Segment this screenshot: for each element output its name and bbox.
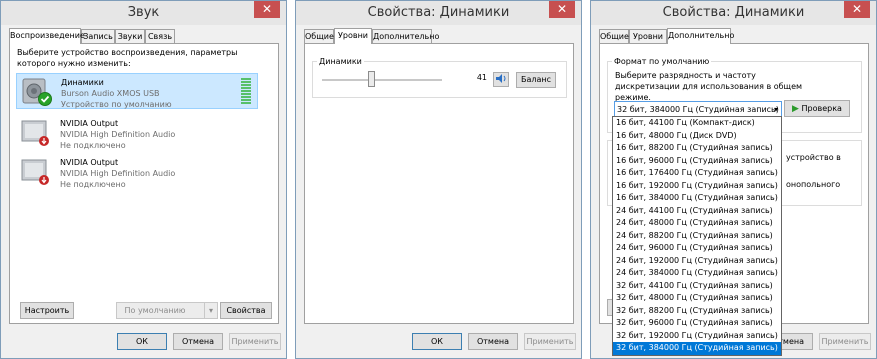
- apply-button: Применить: [524, 333, 576, 350]
- close-icon[interactable]: ✕: [254, 1, 280, 18]
- close-icon[interactable]: ✕: [844, 1, 870, 18]
- format-option[interactable]: 24 бит, 88200 Гц (Студийная запись): [613, 230, 781, 243]
- tab-levels[interactable]: Уровни: [334, 28, 372, 44]
- cancel-button[interactable]: Отмена: [173, 333, 223, 350]
- format-option[interactable]: 16 бит, 192000 Гц (Студийная запись): [613, 180, 781, 193]
- format-option[interactable]: 24 бит, 44100 Гц (Студийная запись): [613, 205, 781, 218]
- format-option[interactable]: 16 бит, 176400 Гц (Студийная запись): [613, 167, 781, 180]
- chevron-down-icon: ▾: [773, 105, 778, 114]
- tab-advanced[interactable]: Дополнительно: [667, 28, 734, 44]
- properties-titlebar: Свойства: Динамики ✕: [296, 1, 581, 25]
- sound-window: Звук ✕ Воспроизведение Запись Звуки Связ…: [0, 0, 287, 359]
- format-option[interactable]: 32 бит, 88200 Гц (Студийная запись): [613, 305, 781, 318]
- close-icon[interactable]: ✕: [549, 1, 575, 18]
- format-option[interactable]: 24 бит, 96000 Гц (Студийная запись): [613, 242, 781, 255]
- device-status: Устройство по умолчанию: [61, 100, 172, 109]
- format-option[interactable]: 16 бит, 88200 Гц (Студийная запись): [613, 142, 781, 155]
- speaker-device-icon: [22, 78, 52, 106]
- format-option[interactable]: 32 бит, 96000 Гц (Студийная запись): [613, 317, 781, 330]
- tab-playback[interactable]: Воспроизведение: [9, 28, 85, 44]
- apply-button: Применить: [819, 333, 871, 350]
- device-driver: NVIDIA High Definition Audio: [60, 169, 176, 178]
- tab-general[interactable]: Общие: [599, 29, 629, 43]
- tab-advanced[interactable]: Дополнительно: [372, 29, 439, 43]
- format-option[interactable]: 32 бит, 44100 Гц (Студийная запись): [613, 280, 781, 293]
- tab-general[interactable]: Общие: [304, 29, 334, 43]
- chevron-down-icon: ▾: [204, 302, 218, 319]
- format-option[interactable]: 16 бит, 44100 Гц (Компакт-диск): [613, 117, 781, 130]
- properties-window-title: Свойства: Динамики: [367, 5, 510, 20]
- play-icon: ▶: [792, 104, 799, 114]
- slider-thumb[interactable]: [368, 71, 376, 87]
- device-item-nvidia-1[interactable]: NVIDIA Output NVIDIA High Definition Aud…: [16, 115, 258, 151]
- group-label: Динамики: [317, 56, 364, 67]
- apply-button: Применить: [229, 333, 281, 350]
- set-default-button: По умолчанию: [116, 302, 206, 319]
- properties-button[interactable]: Свойства: [220, 302, 272, 319]
- speaker-mute-icon[interactable]: [493, 72, 509, 87]
- speaker-properties-window-levels: Свойства: Динамики ✕ Общие Уровни Дополн…: [295, 0, 582, 359]
- monitor-device-icon: [21, 159, 49, 185]
- instruction-text: Выберите устройство воспроизведения, пар…: [17, 48, 238, 68]
- tab-communications[interactable]: Связь: [145, 29, 175, 43]
- device-status: Не подключено: [60, 141, 126, 150]
- device-driver: Burson Audio XMOS USB: [61, 89, 160, 98]
- configure-button[interactable]: Настроить: [20, 302, 74, 319]
- tab-levels[interactable]: Уровни: [629, 29, 667, 43]
- ok-button[interactable]: ОК: [117, 333, 167, 350]
- tab-sounds[interactable]: Звуки: [115, 29, 145, 43]
- format-description: Выберите разрядность и частоту дискретиз…: [615, 71, 803, 102]
- sound-window-title: Звук: [127, 5, 160, 20]
- tab-recording[interactable]: Запись: [81, 29, 115, 43]
- slider-track: [322, 79, 442, 81]
- format-option[interactable]: 24 бит, 48000 Гц (Студийная запись): [613, 217, 781, 230]
- device-driver: NVIDIA High Definition Audio: [60, 130, 176, 139]
- device-status: Не подключено: [60, 180, 126, 189]
- properties-window-title: Свойства: Динамики: [662, 5, 805, 20]
- cancel-button[interactable]: Отмена: [468, 333, 518, 350]
- device-item-speakers[interactable]: Динамики Burson Audio XMOS USB Устройств…: [16, 73, 258, 109]
- exclusive-option-text: устройство в: [786, 153, 841, 162]
- format-option[interactable]: 32 бит, 48000 Гц (Студийная запись): [613, 292, 781, 305]
- exclusive-priority-text: онопольного: [786, 180, 841, 189]
- levels-panel: Динамики 41 Баланс: [304, 43, 574, 324]
- volume-value: 41: [476, 73, 487, 82]
- ok-button[interactable]: ОК: [412, 333, 462, 350]
- device-item-nvidia-2[interactable]: NVIDIA Output NVIDIA High Definition Aud…: [16, 154, 258, 190]
- device-name: NVIDIA Output: [60, 158, 119, 167]
- format-option[interactable]: 24 бит, 384000 Гц (Студийная запись): [613, 267, 781, 280]
- format-option[interactable]: 16 бит, 48000 Гц (Диск DVD): [613, 130, 781, 143]
- test-button[interactable]: ▶ Проверка: [784, 100, 850, 117]
- format-option[interactable]: 32 бит, 192000 Гц (Студийная запись): [613, 330, 781, 343]
- playback-panel: Выберите устройство воспроизведения, пар…: [9, 43, 279, 324]
- device-name: Динамики: [61, 78, 104, 87]
- format-option[interactable]: 16 бит, 384000 Гц (Студийная запись): [613, 192, 781, 205]
- format-option[interactable]: 24 бит, 192000 Гц (Студийная запись): [613, 255, 781, 268]
- format-option[interactable]: 32 бит, 384000 Гц (Студийная запись): [613, 342, 781, 355]
- volume-slider[interactable]: [322, 71, 442, 89]
- format-dropdown-list[interactable]: 16 бит, 44100 Гц (Компакт-диск) 16 бит, 4…: [612, 116, 782, 356]
- device-name: NVIDIA Output: [60, 119, 119, 128]
- test-button-label: Проверка: [801, 104, 842, 113]
- balance-button[interactable]: Баланс: [516, 72, 556, 88]
- level-meter: [241, 78, 251, 106]
- format-option[interactable]: 16 бит, 96000 Гц (Студийная запись): [613, 155, 781, 168]
- format-select[interactable]: 32 бит, 384000 Гц (Студийная запись) ▾: [614, 101, 782, 117]
- format-select-value: 32 бит, 384000 Гц (Студийная запись): [617, 105, 779, 114]
- monitor-device-icon: [21, 120, 49, 146]
- group-label: Формат по умолчанию: [612, 56, 712, 67]
- sound-titlebar: Звук ✕: [1, 1, 286, 25]
- properties-titlebar: Свойства: Динамики ✕: [591, 1, 876, 25]
